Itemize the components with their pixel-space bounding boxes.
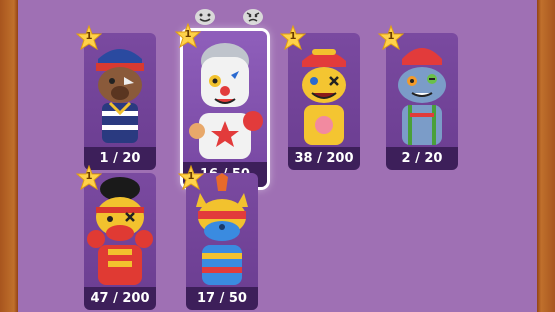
character-card-cat-mohawk[interactable]: 1 17 / 50	[178, 165, 258, 310]
card-count: 47 / 200	[84, 287, 156, 310]
character-card-yellow-dog[interactable]: 1 38 / 200	[280, 25, 360, 170]
character-card-red-bulldog[interactable]: 1 47 / 200	[76, 165, 156, 310]
character-card-bear-pirate[interactable]: 1 1 / 20	[76, 25, 156, 170]
card-count: 2 / 20	[386, 147, 458, 170]
star-badge: 1	[76, 25, 102, 51]
card-count: 38 / 200	[288, 147, 360, 170]
star-badge: 1	[76, 165, 102, 191]
star-badge: 1	[378, 25, 404, 51]
star-badge: 1	[280, 25, 306, 51]
angry-face-icon[interactable]	[240, 4, 266, 26]
card-count: 17 / 50	[186, 287, 258, 310]
character-art	[183, 31, 267, 162]
character-card-blue-bear[interactable]: 1 2 / 20	[378, 25, 458, 170]
character-card-clown[interactable]: 1 16 / 50	[175, 23, 267, 187]
star-badge: 1	[178, 165, 204, 191]
star-badge: 1	[175, 23, 201, 49]
